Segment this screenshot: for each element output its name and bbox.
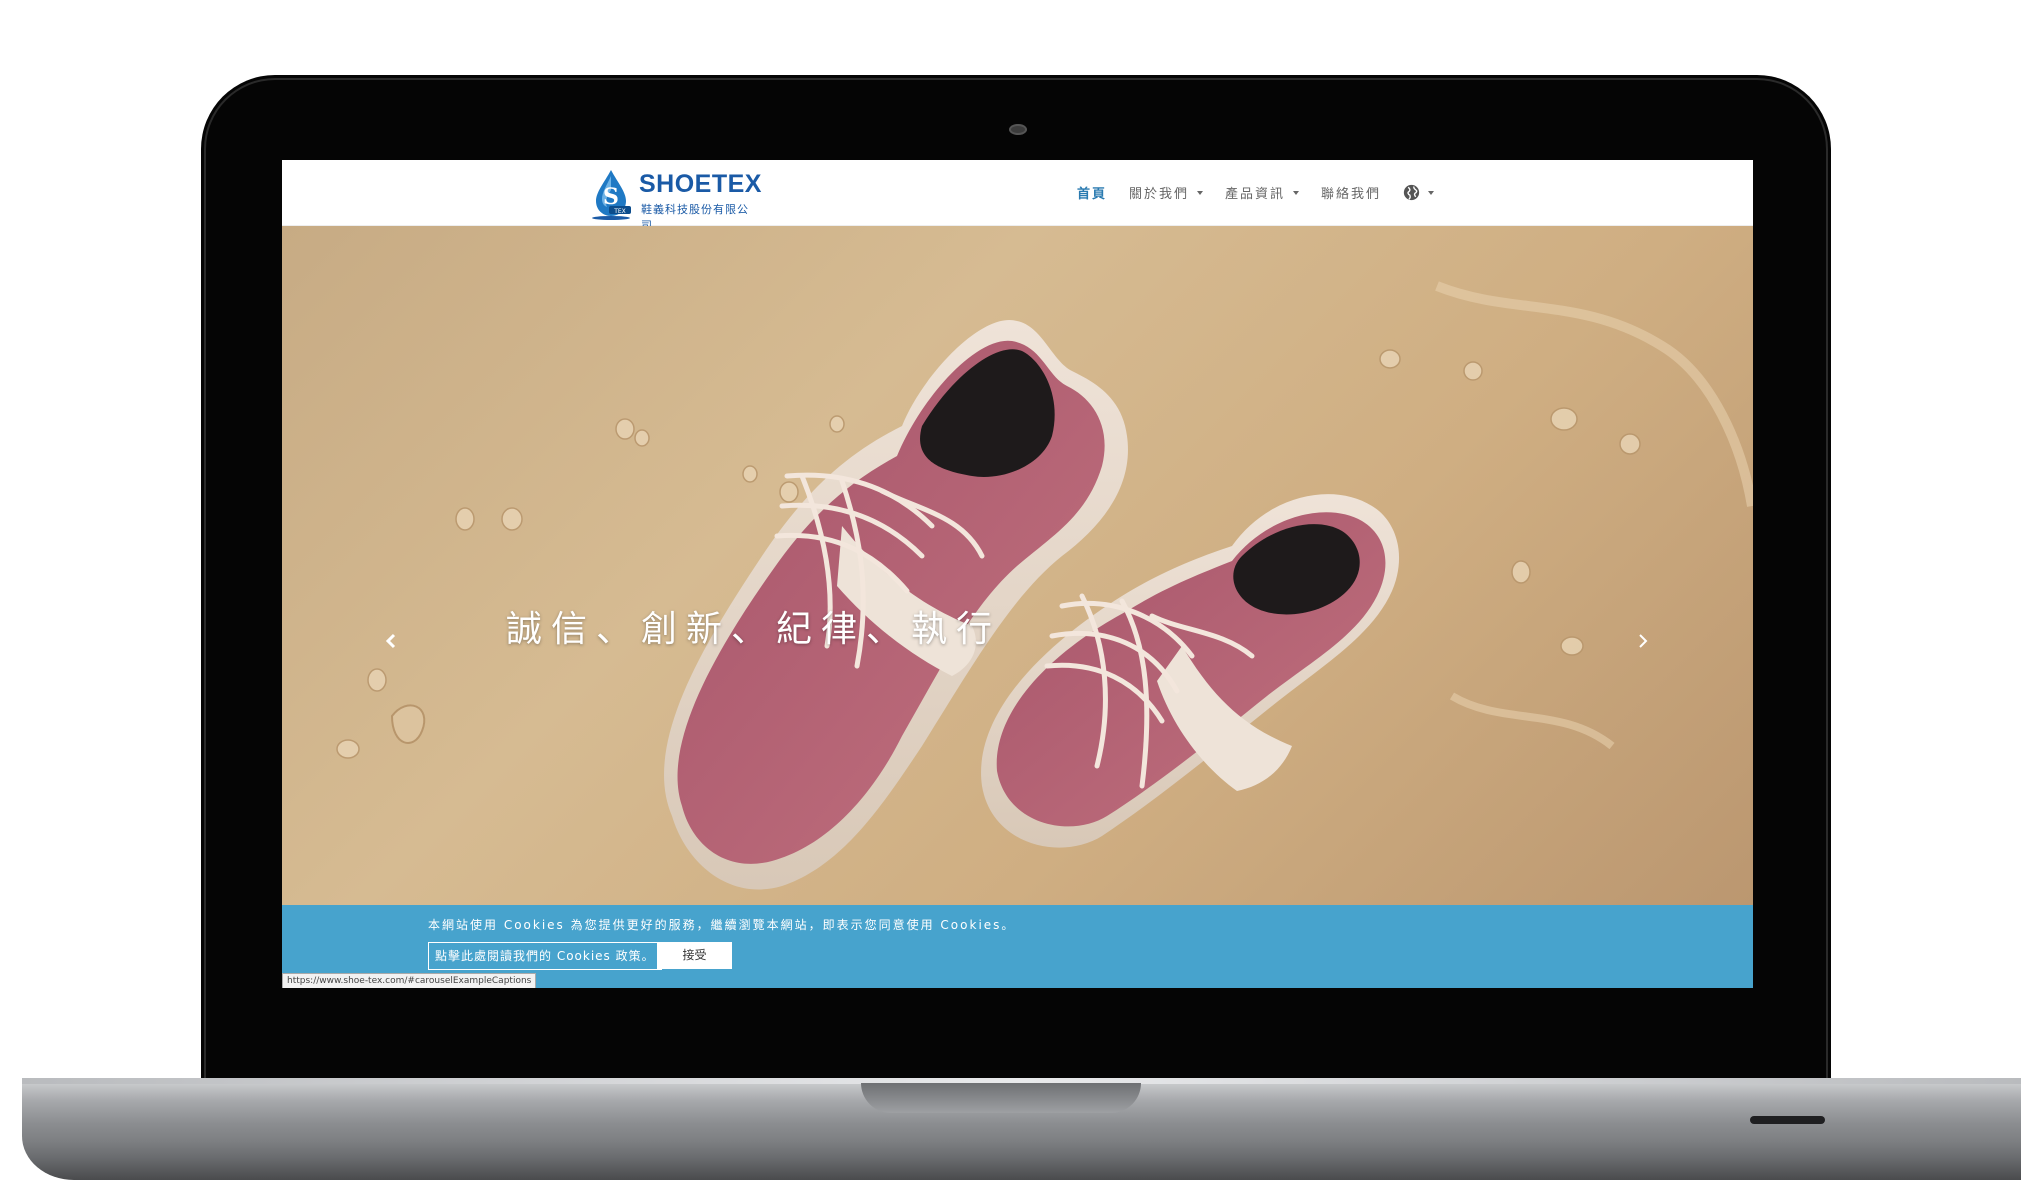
browser-viewport: S TEX SHOETEX 鞋義科技股份有限公司 首頁 關於我們 產品資訊 聯絡…	[282, 160, 1753, 988]
cookie-accept-button[interactable]: 接受	[657, 942, 732, 969]
globe-icon	[1403, 184, 1420, 201]
logo-drop-icon: S TEX	[592, 170, 631, 220]
cookie-policy-link[interactable]: 點擊此處閱讀我們的 Cookies 政策。	[428, 942, 662, 970]
nav-item-label: 關於我們	[1129, 187, 1190, 202]
camera-icon	[1009, 124, 1027, 135]
chevron-left-icon	[385, 633, 396, 649]
site-logo[interactable]: S TEX SHOETEX 鞋義科技股份有限公司	[589, 168, 761, 232]
caret-down-icon	[1293, 190, 1300, 195]
hero-image	[336, 281, 1753, 890]
laptop-port-slot	[1750, 1116, 1825, 1124]
svg-text:TEX: TEX	[613, 208, 626, 215]
laptop-lid-notch	[861, 1083, 1141, 1113]
nav-item-about[interactable]: 關於我們	[1129, 183, 1204, 202]
nav-item-label: 聯絡我們	[1321, 187, 1382, 202]
hero-carousel: 誠信、創新、紀律、執行	[282, 226, 1753, 906]
main-nav: 首頁 關於我們 產品資訊 聯絡我們	[1077, 160, 1456, 225]
brand-name: SHOETEX	[639, 170, 762, 198]
carousel-next-button[interactable]	[1623, 621, 1663, 661]
chevron-right-icon	[1639, 634, 1648, 648]
nav-item-label: 產品資訊	[1225, 187, 1286, 202]
site-header: S TEX SHOETEX 鞋義科技股份有限公司 首頁 關於我們 產品資訊 聯絡…	[282, 160, 1753, 232]
caret-down-icon	[1197, 190, 1204, 195]
nav-item-home[interactable]: 首頁	[1077, 183, 1107, 202]
nav-item-products[interactable]: 產品資訊	[1225, 183, 1300, 202]
nav-item-label: 首頁	[1077, 187, 1108, 202]
cookie-notice-text: 本網站使用 Cookies 為您提供更好的服務，繼續瀏覽本網站，即表示您同意使用…	[428, 918, 1016, 932]
hero-caption: 誠信、創新、紀律、執行	[506, 609, 1002, 650]
language-dropdown[interactable]	[1403, 184, 1435, 201]
status-bar-url: https://www.shoe-tex.com/#carouselExampl…	[282, 973, 537, 988]
nav-item-contact[interactable]: 聯絡我們	[1321, 183, 1381, 202]
carousel-prev-button[interactable]	[371, 621, 411, 661]
caret-down-icon	[1428, 190, 1435, 195]
